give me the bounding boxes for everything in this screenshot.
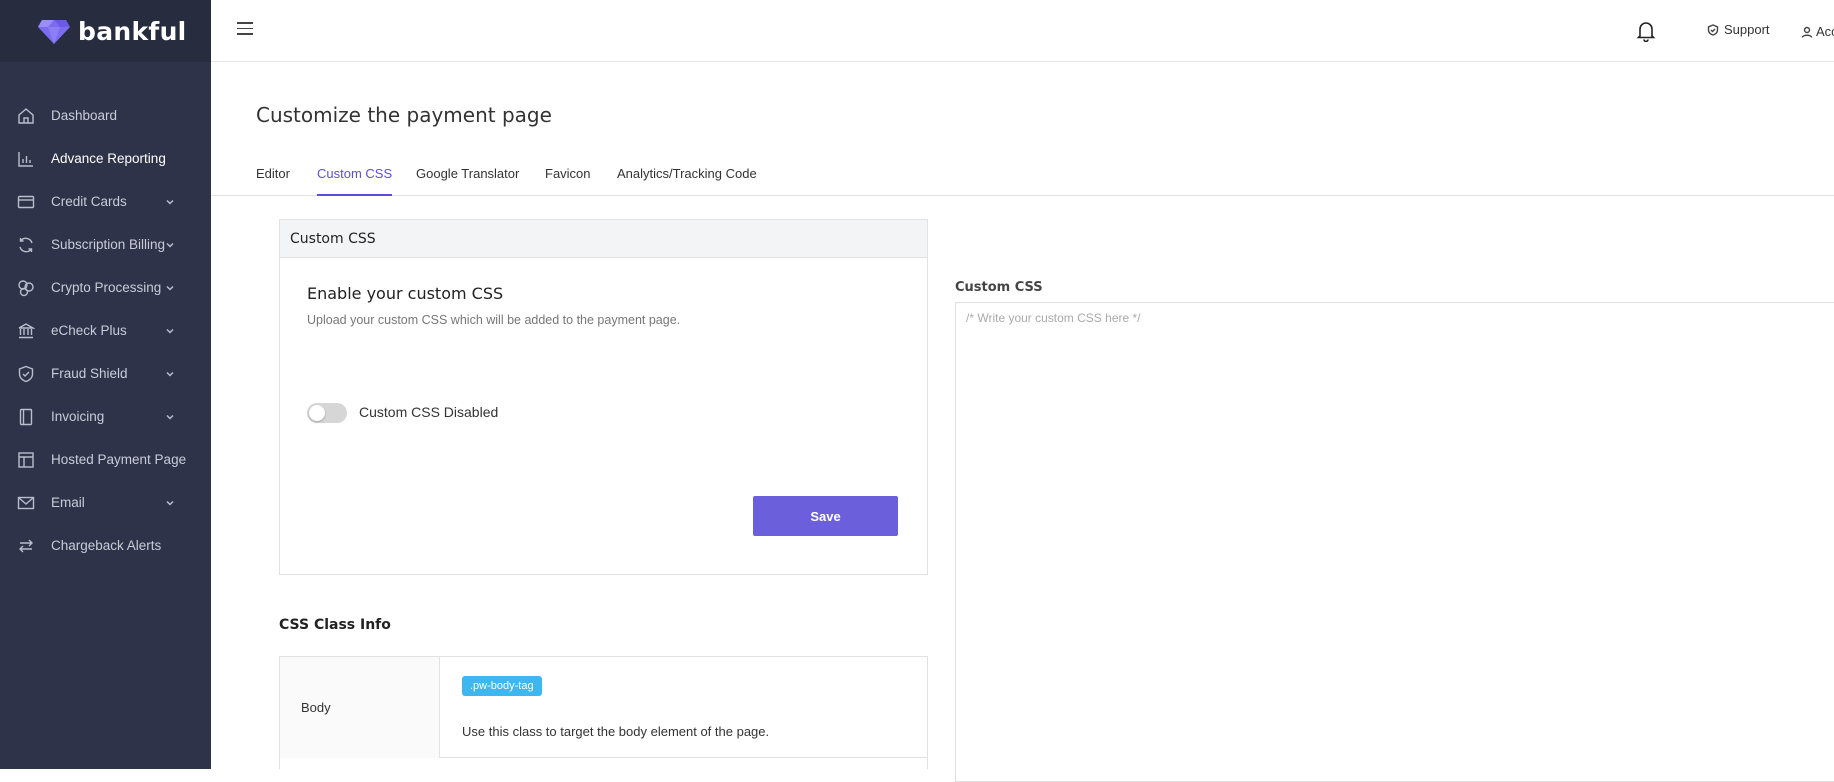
page-title: Customize the payment page [256,103,552,127]
diamond-logo-icon [38,20,70,44]
sidebar-item-label: Credit Cards [51,194,127,209]
home-icon [16,107,36,125]
sidebar-nav: Dashboard Advance Reporting Credit Cards… [0,94,211,567]
coins-icon [16,279,36,297]
chevron-down-icon [165,281,175,291]
class-name-cell: Body [280,657,440,758]
class-info-title: CSS Class Info [279,617,391,633]
chevron-down-icon [165,410,175,420]
tab-editor[interactable]: Editor [256,166,290,196]
account-label: Acc [1816,24,1834,39]
table-row: Body .pw-body-tag Use this class to targ… [280,657,927,758]
card-subtitle: Upload your custom CSS which will be add… [307,313,681,327]
sidebar-item-label: Advance Reporting [51,151,166,166]
sidebar-item-fraud-shield[interactable]: Fraud Shield [0,352,211,395]
custom-css-toggle[interactable] [307,403,347,423]
sidebar-item-invoicing[interactable]: Invoicing [0,395,211,438]
logo[interactable]: bankful [0,0,211,62]
sidebar-item-label: Hosted Payment Page [51,452,187,467]
custom-css-card: Custom CSS Enable your custom CSS Upload… [279,219,928,575]
sidebar: bankful Dashboard Advance Reporting Cred… [0,0,211,769]
layout-icon [16,451,36,469]
css-editor-input[interactable] [955,302,1834,782]
tab-google-translator[interactable]: Google Translator [416,166,519,196]
sidebar-item-label: Subscription Billing [51,237,166,252]
card-header: Custom CSS [280,220,927,258]
support-label: Support [1724,22,1770,37]
sidebar-item-echeck-plus[interactable]: eCheck Plus [0,309,211,352]
sidebar-item-subscription-billing[interactable]: Subscription Billing [0,223,211,266]
sidebar-item-crypto-processing[interactable]: Crypto Processing [0,266,211,309]
account-menu[interactable]: Acc [1801,24,1834,39]
sidebar-item-label: Crypto Processing [51,280,162,295]
hamburger-menu-icon[interactable] [237,22,253,36]
support-link[interactable]: Support [1707,22,1770,37]
credit-card-icon [16,193,36,211]
chevron-down-icon [165,195,175,205]
tab-favicon[interactable]: Favicon [545,166,591,196]
sidebar-item-label: Invoicing [51,409,105,424]
mail-icon [16,494,36,512]
tab-custom-css[interactable]: Custom CSS [317,166,393,196]
arrows-icon [16,537,36,555]
toggle-knob [309,405,325,421]
sidebar-item-label: eCheck Plus [51,323,127,338]
book-icon [16,408,36,426]
sidebar-item-chargeback-alerts[interactable]: Chargeback Alerts [0,524,211,567]
sidebar-item-advance-reporting[interactable]: Advance Reporting [0,137,211,180]
refresh-icon [16,236,36,254]
shield-icon [16,365,36,383]
class-name: Body [301,700,331,715]
tab-analytics-tracking-code[interactable]: Analytics/Tracking Code [617,166,757,196]
sidebar-item-hosted-payment-page[interactable]: Hosted Payment Page [0,438,211,481]
css-editor-label: Custom CSS [955,280,1043,295]
chevron-down-icon [165,496,175,506]
bell-icon[interactable] [1636,20,1656,42]
top-bar: Support Acc [211,0,1834,62]
class-description: Use this class to target the body elemen… [462,724,770,739]
tab-bar: Editor Custom CSS Google Translator Favi… [211,160,1834,196]
sidebar-item-label: Dashboard [51,108,118,123]
shield-check-icon [1707,23,1719,36]
bank-icon [16,322,36,340]
sidebar-item-dashboard[interactable]: Dashboard [0,94,211,137]
brand-name: bankful [78,16,187,46]
sidebar-item-label: Fraud Shield [51,366,128,381]
user-icon [1801,26,1813,38]
sidebar-item-label: Email [51,495,85,510]
card-title: Enable your custom CSS [307,284,504,303]
chevron-down-icon [165,238,175,248]
save-button[interactable]: Save [753,496,898,536]
sidebar-item-email[interactable]: Email [0,481,211,524]
chevron-down-icon [165,324,175,334]
sidebar-item-label: Chargeback Alerts [51,538,162,553]
class-badge: .pw-body-tag [462,676,542,696]
chevron-down-icon [165,367,175,377]
bar-chart-icon [16,150,36,168]
sidebar-item-credit-cards[interactable]: Credit Cards [0,180,211,223]
toggle-label: Custom CSS Disabled [359,404,499,420]
class-info-table: Body .pw-body-tag Use this class to targ… [279,656,928,769]
